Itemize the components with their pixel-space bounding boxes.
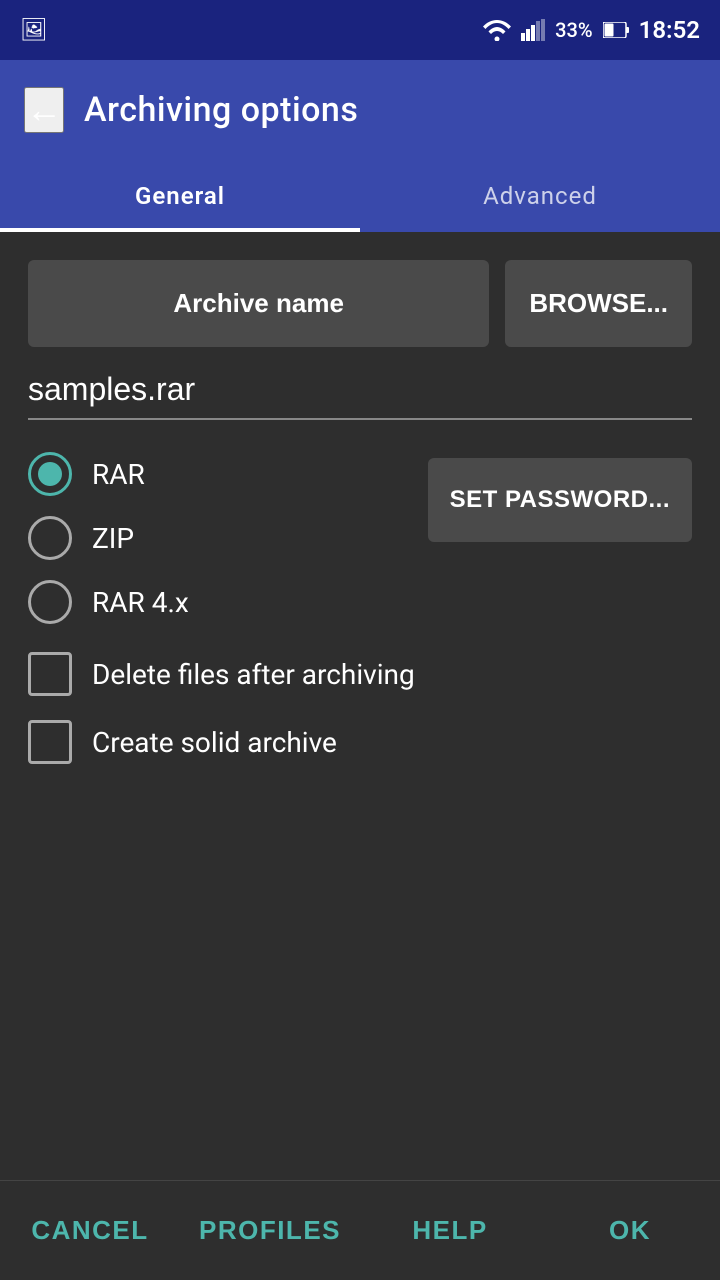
format-password-row: RAR ZIP RAR 4.x SET PASSWORD... [28,452,692,624]
battery-percent: 33% [555,18,592,42]
radio-rar-inner [38,462,62,486]
radio-rar4x[interactable]: RAR 4.x [28,580,408,624]
radio-zip-label: ZIP [92,522,134,555]
tab-advanced[interactable]: Advanced [360,160,720,232]
cancel-label: CANCEL [31,1215,148,1246]
checkbox-solid-box [28,720,72,764]
filename-container [28,371,692,420]
content-area: Archive name BROWSE... RAR ZIP RAR 4.x [0,232,720,764]
archive-name-row: Archive name BROWSE... [28,260,692,347]
profiles-button[interactable]: PROFILES [180,1181,360,1280]
tab-advanced-label: Advanced [483,182,597,210]
set-password-button[interactable]: SET PASSWORD... [428,458,692,542]
radio-rar4x-label: RAR 4.x [92,586,189,619]
archive-name-button[interactable]: Archive name [28,260,489,347]
filename-input[interactable] [28,371,692,408]
tab-general[interactable]: General [0,160,360,232]
radio-rar-label: RAR [92,458,145,491]
ok-label: OK [609,1215,651,1246]
back-icon: ← [26,89,62,131]
set-password-label: SET PASSWORD... [450,486,670,513]
tab-general-label: General [135,182,225,210]
checkbox-delete-label: Delete files after archiving [92,658,415,691]
signal-icon [521,19,545,41]
app-bar: ← Archiving options [0,60,720,160]
checkbox-delete-after[interactable]: Delete files after archiving [28,652,692,696]
status-bar: 🖼 33% 18:52 [0,0,720,60]
time-display: 18:52 [639,16,700,44]
help-button[interactable]: HELP [360,1181,540,1280]
radio-zip-outer [28,516,72,560]
cancel-button[interactable]: CANCEL [0,1181,180,1280]
ok-button[interactable]: OK [540,1181,720,1280]
back-button[interactable]: ← [24,87,64,133]
checkbox-section: Delete files after archiving Create soli… [28,652,692,764]
browse-button[interactable]: BROWSE... [505,260,692,347]
bottom-bar: CANCEL PROFILES HELP OK [0,1180,720,1280]
checkbox-delete-box [28,652,72,696]
checkbox-solid-label: Create solid archive [92,726,337,759]
tab-bar: General Advanced [0,160,720,232]
help-label: HELP [412,1215,487,1246]
radio-rar[interactable]: RAR [28,452,408,496]
gallery-icon: 🖼 [20,18,48,43]
profiles-label: PROFILES [199,1215,341,1246]
radio-rar-outer [28,452,72,496]
battery-icon [603,22,629,38]
wifi-icon [483,19,511,41]
checkbox-solid-archive[interactable]: Create solid archive [28,720,692,764]
radio-zip[interactable]: ZIP [28,516,408,560]
radio-rar4x-outer [28,580,72,624]
format-options: RAR ZIP RAR 4.x [28,452,408,624]
browse-label: BROWSE... [529,288,668,318]
archive-name-label: Archive name [173,288,344,318]
page-title: Archiving options [84,90,358,130]
